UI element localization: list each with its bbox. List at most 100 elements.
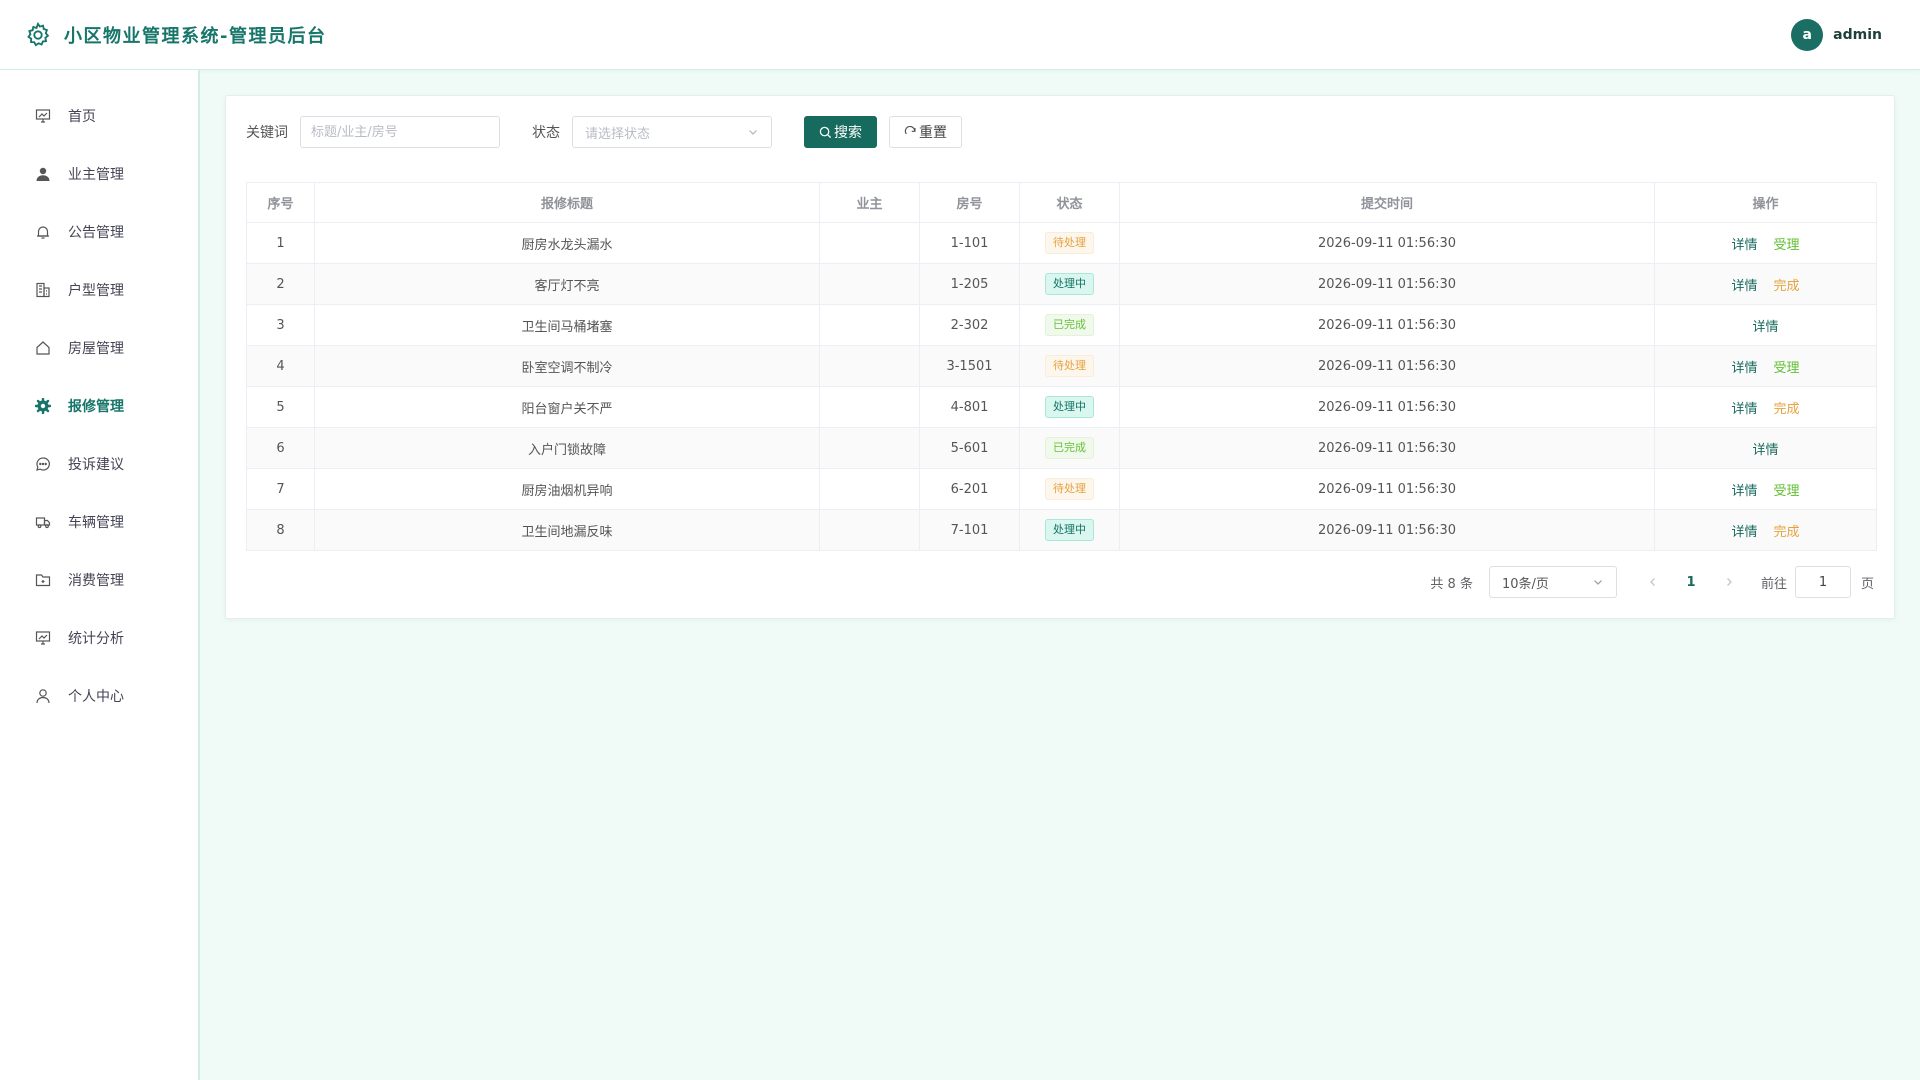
finish-link[interactable]: 完成 [1774, 398, 1800, 417]
status-select[interactable]: 请选择状态 [572, 116, 772, 148]
cell-owner [819, 263, 920, 305]
cell-time: 2026-09-11 01:56:30 [1119, 509, 1655, 551]
detail-link[interactable]: 详情 [1731, 357, 1757, 376]
user-menu[interactable]: a admin [1791, 19, 1882, 51]
column-header-index: 序号 [246, 182, 315, 223]
cell-actions: 详情 [1654, 304, 1877, 346]
cell-room: 1-101 [919, 222, 1020, 264]
goto-label: 前往 [1760, 576, 1787, 592]
cell-index: 8 [246, 509, 315, 551]
cell-room: 7-101 [919, 509, 1020, 551]
column-header-actions: 操作 [1654, 182, 1877, 223]
column-header-status: 状态 [1019, 182, 1120, 223]
accept-link[interactable]: 受理 [1774, 357, 1800, 376]
detail-link[interactable]: 详情 [1731, 398, 1757, 417]
cell-index: 7 [246, 468, 315, 510]
sidebar-item-complaints[interactable]: 投诉建议 [0, 435, 198, 493]
cell-owner [819, 509, 920, 551]
sidebar-item-home[interactable]: 首页 [0, 87, 198, 145]
table-row: 3 卫生间马桶堵塞 2-302 已完成 2026-09-11 01:56:30 … [246, 304, 1877, 346]
cell-status: 已完成 [1019, 304, 1120, 346]
cell-status: 处理中 [1019, 509, 1120, 551]
sidebar-item-unit-types[interactable]: 户型管理 [0, 261, 198, 319]
reset-button[interactable]: 重置 [889, 116, 962, 148]
goto-page-input[interactable] [1794, 566, 1851, 598]
cell-title: 入户门锁故障 [314, 427, 820, 469]
avatar[interactable]: a [1791, 19, 1824, 51]
sidebar: 首页 业主管理 公告管理 户型管理 房屋管理 报修管理 投诉建议 车辆管理 消费… [0, 70, 200, 1080]
user-icon [34, 165, 52, 183]
sidebar-item-consumption[interactable]: 消费管理 [0, 551, 198, 609]
cell-status: 待处理 [1019, 345, 1120, 387]
cell-index: 4 [246, 345, 315, 387]
sidebar-item-notices[interactable]: 公告管理 [0, 203, 198, 261]
cell-time: 2026-09-11 01:56:30 [1119, 386, 1655, 428]
app-title: 小区物业管理系统-管理员后台 [64, 25, 327, 47]
cell-title: 厨房水龙头漏水 [314, 222, 820, 264]
keyword-input[interactable] [300, 116, 500, 148]
sidebar-item-statistics[interactable]: 统计分析 [0, 609, 198, 667]
cell-room: 6-201 [919, 468, 1020, 510]
sidebar-item-repairs[interactable]: 报修管理 [0, 377, 198, 435]
status-badge: 待处理 [1045, 232, 1094, 254]
cell-title: 卫生间马桶堵塞 [314, 304, 820, 346]
table-row: 8 卫生间地漏反味 7-101 处理中 2026-09-11 01:56:30 … [246, 509, 1877, 551]
cell-owner [819, 222, 920, 264]
detail-link[interactable]: 详情 [1731, 275, 1757, 294]
table-row: 6 入户门锁故障 5-601 已完成 2026-09-11 01:56:30 详… [246, 427, 1877, 469]
detail-link[interactable]: 详情 [1731, 480, 1757, 499]
status-badge: 已完成 [1045, 314, 1094, 336]
filter-bar: 关键词 状态 请选择状态 搜索 重置 [246, 116, 962, 148]
column-header-room: 房号 [919, 182, 1020, 223]
detail-link[interactable]: 详情 [1752, 439, 1778, 458]
page-size-select[interactable]: 10条/页 [1488, 566, 1617, 598]
status-badge: 待处理 [1045, 355, 1094, 377]
sidebar-item-label: 个人中心 [68, 689, 124, 705]
repair-table: 序号 报修标题 业主 房号 状态 提交时间 操作 1 厨房水龙头漏水 1-101… [246, 182, 1877, 551]
cell-room: 4-801 [919, 386, 1020, 428]
cell-title: 客厅灯不亮 [314, 263, 820, 305]
chevron-right-icon [1727, 578, 1732, 586]
username[interactable]: admin [1833, 27, 1882, 43]
sidebar-item-profile[interactable]: 个人中心 [0, 667, 198, 725]
cell-status: 待处理 [1019, 468, 1120, 510]
search-button[interactable]: 搜索 [804, 116, 877, 148]
sidebar-item-vehicles[interactable]: 车辆管理 [0, 493, 198, 551]
cell-room: 5-601 [919, 427, 1020, 469]
table-row: 2 客厅灯不亮 1-205 处理中 2026-09-11 01:56:30 详情… [246, 263, 1877, 305]
detail-link[interactable]: 详情 [1752, 316, 1778, 335]
person-icon [34, 687, 52, 705]
page-number-current[interactable]: 1 [1675, 568, 1707, 596]
page-suffix-label: 页 [1860, 576, 1874, 592]
cell-room: 2-302 [919, 304, 1020, 346]
house-icon [34, 339, 52, 357]
chart-icon [34, 629, 52, 647]
cell-actions: 详情 受理 [1654, 345, 1877, 387]
accept-link[interactable]: 受理 [1774, 234, 1800, 253]
sidebar-item-label: 户型管理 [68, 283, 124, 299]
chat-icon [34, 455, 52, 473]
cell-actions: 详情 受理 [1654, 222, 1877, 264]
finish-link[interactable]: 完成 [1774, 521, 1800, 540]
sidebar-item-label: 房屋管理 [68, 341, 124, 357]
detail-link[interactable]: 详情 [1731, 234, 1757, 253]
next-page-button[interactable] [1717, 568, 1741, 596]
search-button-label: 搜索 [834, 125, 862, 141]
cell-time: 2026-09-11 01:56:30 [1119, 222, 1655, 264]
cell-time: 2026-09-11 01:56:30 [1119, 468, 1655, 510]
chevron-down-icon [749, 130, 757, 135]
sidebar-item-houses[interactable]: 房屋管理 [0, 319, 198, 377]
detail-link[interactable]: 详情 [1731, 521, 1757, 540]
column-header-title: 报修标题 [314, 182, 820, 223]
accept-link[interactable]: 受理 [1774, 480, 1800, 499]
cell-index: 5 [246, 386, 315, 428]
cell-status: 处理中 [1019, 263, 1120, 305]
finish-link[interactable]: 完成 [1774, 275, 1800, 294]
sidebar-item-owners[interactable]: 业主管理 [0, 145, 198, 203]
status-badge: 处理中 [1045, 396, 1094, 418]
sidebar-item-label: 业主管理 [68, 167, 124, 183]
sidebar-item-label: 报修管理 [68, 399, 124, 415]
status-badge: 处理中 [1045, 273, 1094, 295]
page-size-value: 10条/页 [1501, 576, 1549, 592]
prev-page-button[interactable] [1641, 568, 1665, 596]
